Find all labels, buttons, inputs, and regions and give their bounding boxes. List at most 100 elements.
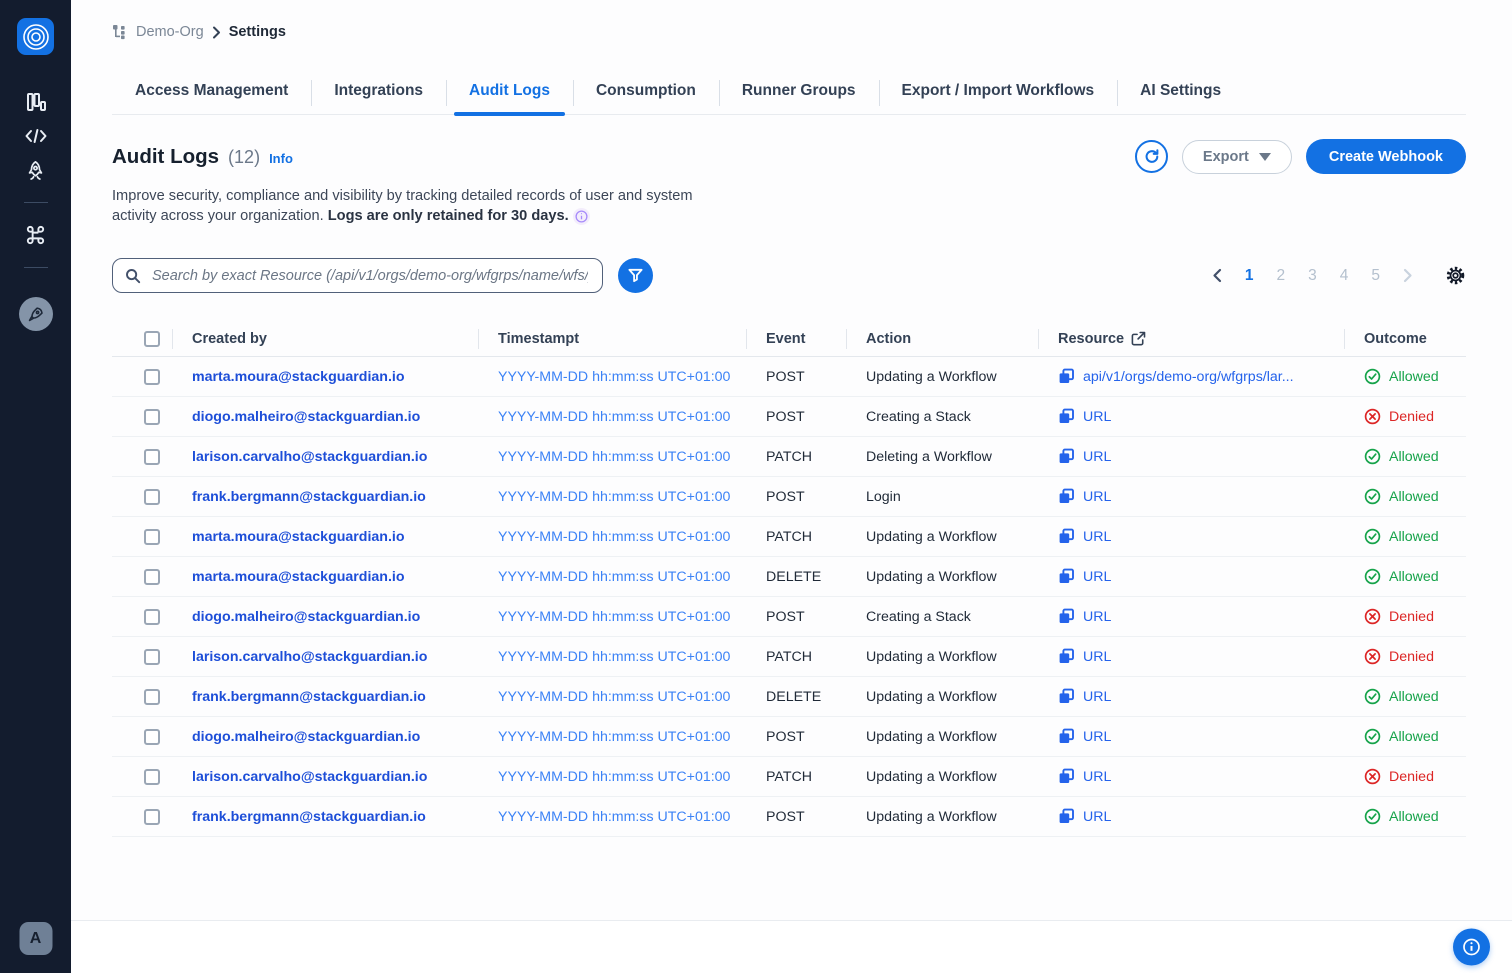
stackguardian-logo-icon[interactable] bbox=[17, 18, 54, 55]
created-by-link[interactable]: frank.bergmann@stackguardian.io bbox=[192, 689, 426, 705]
resource-link[interactable]: URL bbox=[1083, 529, 1111, 545]
timestamp-link[interactable]: YYYY-MM-DD hh:mm:ss UTC+01:00 bbox=[498, 569, 730, 585]
copy-resource-icon[interactable] bbox=[1058, 448, 1075, 465]
workspace-avatar-rocket-icon[interactable] bbox=[19, 297, 53, 331]
export-button[interactable]: Export bbox=[1182, 140, 1292, 174]
resource-link[interactable]: URL bbox=[1083, 569, 1111, 585]
row-checkbox[interactable] bbox=[144, 609, 160, 625]
row-checkbox[interactable] bbox=[144, 769, 160, 785]
create-webhook-button[interactable]: Create Webhook bbox=[1306, 139, 1466, 174]
pagination-page-button[interactable]: 5 bbox=[1371, 267, 1380, 285]
row-checkbox[interactable] bbox=[144, 369, 160, 385]
timestamp-link[interactable]: YYYY-MM-DD hh:mm:ss UTC+01:00 bbox=[498, 489, 730, 505]
help-info-button[interactable] bbox=[1453, 929, 1490, 966]
row-checkbox[interactable] bbox=[144, 449, 160, 465]
resource-link[interactable]: URL bbox=[1083, 609, 1111, 625]
resource-link[interactable]: URL bbox=[1083, 489, 1111, 505]
resource-link[interactable]: URL bbox=[1083, 689, 1111, 705]
allowed-check-icon bbox=[1364, 448, 1381, 465]
row-checkbox[interactable] bbox=[144, 529, 160, 545]
resource-link[interactable]: URL bbox=[1083, 449, 1111, 465]
created-by-link[interactable]: larison.carvalho@stackguardian.io bbox=[192, 649, 427, 665]
retention-tooltip-icon[interactable] bbox=[573, 208, 590, 225]
timestamp-link[interactable]: YYYY-MM-DD hh:mm:ss UTC+01:00 bbox=[498, 529, 730, 545]
code-icon[interactable] bbox=[23, 123, 49, 149]
row-checkbox[interactable] bbox=[144, 649, 160, 665]
timestamp-link[interactable]: YYYY-MM-DD hh:mm:ss UTC+01:00 bbox=[498, 769, 730, 785]
copy-resource-icon[interactable] bbox=[1058, 648, 1075, 665]
row-checkbox[interactable] bbox=[144, 409, 160, 425]
search-input[interactable] bbox=[150, 267, 590, 285]
copy-resource-icon[interactable] bbox=[1058, 728, 1075, 745]
resource-link[interactable]: URL bbox=[1083, 809, 1111, 825]
user-avatar[interactable]: A bbox=[19, 922, 52, 955]
pagination-next-button[interactable] bbox=[1403, 268, 1413, 283]
timestamp-link[interactable]: YYYY-MM-DD hh:mm:ss UTC+01:00 bbox=[498, 729, 730, 745]
pagination-page-button[interactable]: 3 bbox=[1308, 267, 1317, 285]
filter-button[interactable] bbox=[618, 258, 653, 293]
created-by-link[interactable]: frank.bergmann@stackguardian.io bbox=[192, 489, 426, 505]
timestamp-link[interactable]: YYYY-MM-DD hh:mm:ss UTC+01:00 bbox=[498, 809, 730, 825]
app-window: A Demo-Org Settings Access Management In… bbox=[0, 0, 1512, 973]
timestamp-link[interactable]: YYYY-MM-DD hh:mm:ss UTC+01:00 bbox=[498, 609, 730, 625]
created-by-link[interactable]: diogo.malheiro@stackguardian.io bbox=[192, 729, 420, 745]
row-checkbox[interactable] bbox=[144, 809, 160, 825]
copy-resource-icon[interactable] bbox=[1058, 768, 1075, 785]
copy-resource-icon[interactable] bbox=[1058, 408, 1075, 425]
resource-link[interactable]: URL bbox=[1083, 769, 1111, 785]
tab[interactable]: Access Management bbox=[112, 72, 311, 114]
resource-link[interactable]: URL bbox=[1083, 649, 1111, 665]
resource-link[interactable]: URL bbox=[1083, 729, 1111, 745]
pagination-prev-button[interactable] bbox=[1212, 268, 1222, 283]
copy-resource-icon[interactable] bbox=[1058, 488, 1075, 505]
event-cell: POST bbox=[746, 809, 846, 825]
timestamp-link[interactable]: YYYY-MM-DD hh:mm:ss UTC+01:00 bbox=[498, 449, 730, 465]
tab[interactable]: Runner Groups bbox=[719, 72, 879, 114]
timestamp-link[interactable]: YYYY-MM-DD hh:mm:ss UTC+01:00 bbox=[498, 409, 730, 425]
copy-resource-icon[interactable] bbox=[1058, 568, 1075, 585]
copy-resource-icon[interactable] bbox=[1058, 688, 1075, 705]
created-by-link[interactable]: marta.moura@stackguardian.io bbox=[192, 569, 405, 585]
timestamp-link[interactable]: YYYY-MM-DD hh:mm:ss UTC+01:00 bbox=[498, 649, 730, 665]
table-settings-button[interactable] bbox=[1445, 265, 1466, 286]
dashboard-bars-icon[interactable] bbox=[23, 89, 49, 115]
pagination-page-button[interactable]: 4 bbox=[1340, 267, 1349, 285]
tab[interactable]: AI Settings bbox=[1117, 72, 1244, 114]
row-checkbox[interactable] bbox=[144, 569, 160, 585]
pagination-page-button[interactable]: 1 bbox=[1245, 267, 1254, 285]
info-link[interactable]: Info bbox=[269, 151, 293, 166]
tab[interactable]: Consumption bbox=[573, 72, 719, 114]
tab[interactable]: Export / Import Workflows bbox=[879, 72, 1118, 114]
action-cell: Creating a Stack bbox=[846, 609, 1038, 625]
outcome-label: Allowed bbox=[1389, 489, 1439, 505]
timestamp-link[interactable]: YYYY-MM-DD hh:mm:ss UTC+01:00 bbox=[498, 369, 730, 385]
row-checkbox[interactable] bbox=[144, 489, 160, 505]
refresh-button[interactable] bbox=[1135, 140, 1168, 173]
copy-resource-icon[interactable] bbox=[1058, 528, 1075, 545]
tab[interactable]: Audit Logs bbox=[446, 72, 573, 114]
resource-link[interactable]: api/v1/orgs/demo-org/wfgrps/lar... bbox=[1083, 369, 1294, 385]
created-by-link[interactable]: diogo.malheiro@stackguardian.io bbox=[192, 409, 420, 425]
external-link-icon[interactable] bbox=[1131, 331, 1146, 346]
created-by-link[interactable]: diogo.malheiro@stackguardian.io bbox=[192, 609, 420, 625]
row-checkbox[interactable] bbox=[144, 729, 160, 745]
created-by-link[interactable]: marta.moura@stackguardian.io bbox=[192, 529, 405, 545]
created-by-link[interactable]: larison.carvalho@stackguardian.io bbox=[192, 449, 427, 465]
created-by-link[interactable]: frank.bergmann@stackguardian.io bbox=[192, 809, 426, 825]
sidebar-divider bbox=[24, 202, 48, 203]
rocket-icon[interactable] bbox=[23, 157, 49, 183]
tab[interactable]: Integrations bbox=[311, 72, 446, 114]
pagination-page-button[interactable]: 2 bbox=[1277, 267, 1286, 285]
resource-link[interactable]: URL bbox=[1083, 409, 1111, 425]
select-all-checkbox[interactable] bbox=[144, 331, 160, 347]
row-checkbox[interactable] bbox=[144, 689, 160, 705]
timestamp-link[interactable]: YYYY-MM-DD hh:mm:ss UTC+01:00 bbox=[498, 689, 730, 705]
copy-resource-icon[interactable] bbox=[1058, 608, 1075, 625]
copy-resource-icon[interactable] bbox=[1058, 368, 1075, 385]
header-resource: Resource bbox=[1038, 321, 1344, 356]
breadcrumb-org[interactable]: Demo-Org bbox=[136, 24, 204, 40]
created-by-link[interactable]: larison.carvalho@stackguardian.io bbox=[192, 769, 427, 785]
created-by-link[interactable]: marta.moura@stackguardian.io bbox=[192, 369, 405, 385]
command-icon[interactable] bbox=[23, 222, 49, 248]
copy-resource-icon[interactable] bbox=[1058, 808, 1075, 825]
